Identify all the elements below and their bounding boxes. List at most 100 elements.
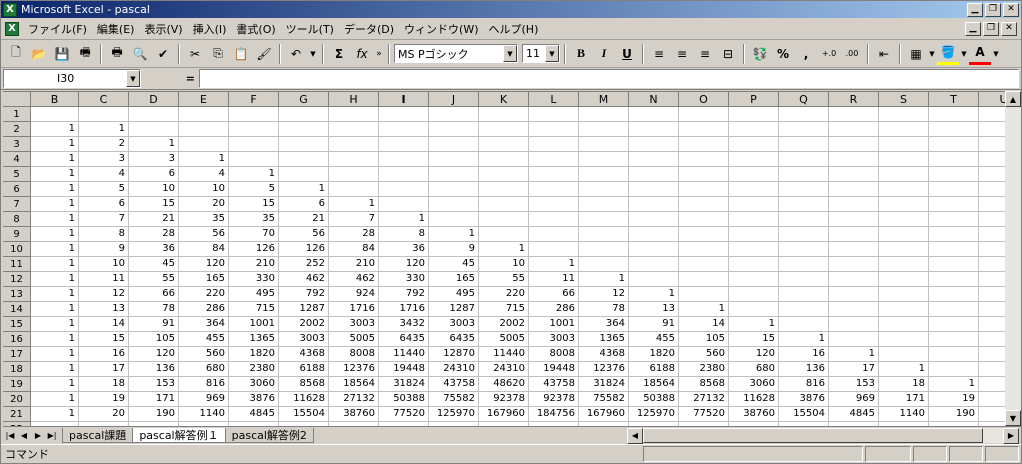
cell[interactable]: 924 [329, 287, 379, 302]
cell[interactable]: 1 [31, 242, 79, 257]
cell[interactable]: 21 [129, 212, 179, 227]
cell[interactable]: 10 [179, 182, 229, 197]
column-header[interactable]: D [129, 92, 179, 107]
cell[interactable]: 1 [31, 362, 79, 377]
cell[interactable] [779, 287, 829, 302]
cell[interactable]: 4368 [279, 347, 329, 362]
cell[interactable] [779, 107, 829, 122]
cell[interactable] [979, 152, 1005, 167]
format-painter-icon[interactable]: 🖌 [253, 43, 275, 65]
cell[interactable] [879, 167, 929, 182]
cell[interactable]: 19 [929, 392, 979, 407]
cell[interactable]: 11 [79, 272, 129, 287]
cell[interactable]: 1 [31, 302, 79, 317]
font-color-icon[interactable]: A [969, 43, 991, 65]
column-header[interactable]: F [229, 92, 279, 107]
cell[interactable]: 220 [179, 287, 229, 302]
cell[interactable] [979, 287, 1005, 302]
cell[interactable]: 56 [279, 227, 329, 242]
cell[interactable] [929, 317, 979, 332]
cell[interactable] [979, 392, 1005, 407]
menu-item[interactable]: ヘルプ(H) [484, 20, 544, 38]
scroll-down-icon[interactable]: ▼ [1005, 410, 1021, 426]
column-header[interactable]: B [31, 92, 79, 107]
cell[interactable]: 715 [229, 302, 279, 317]
cell[interactable]: 5005 [329, 332, 379, 347]
cell[interactable] [829, 242, 879, 257]
menu-item[interactable]: 書式(O) [231, 20, 280, 38]
cell[interactable]: 6 [129, 167, 179, 182]
cell[interactable]: 462 [329, 272, 379, 287]
cell[interactable]: 4368 [579, 347, 629, 362]
save-icon[interactable]: 💾 [51, 43, 73, 65]
formula-input[interactable] [199, 69, 1019, 88]
row-header[interactable]: 8 [3, 212, 31, 227]
cell[interactable] [529, 107, 579, 122]
cell[interactable] [979, 167, 1005, 182]
row-header[interactable]: 3 [3, 137, 31, 152]
cell[interactable] [679, 272, 729, 287]
cell[interactable]: 55 [129, 272, 179, 287]
prev-sheet-icon[interactable]: ◀ [17, 428, 31, 443]
cell[interactable]: 19448 [379, 362, 429, 377]
column-header[interactable]: I [379, 92, 429, 107]
permission-icon[interactable]: 🖷 [74, 43, 96, 65]
cell[interactable] [229, 122, 279, 137]
cell[interactable] [929, 362, 979, 377]
cell[interactable]: 252 [279, 257, 329, 272]
cell[interactable] [979, 212, 1005, 227]
cell[interactable]: 2 [79, 137, 129, 152]
close-button[interactable]: ✕ [1003, 2, 1019, 17]
cell[interactable]: 12376 [329, 362, 379, 377]
cell[interactable]: 16 [779, 347, 829, 362]
cell[interactable]: 92378 [479, 392, 529, 407]
cell[interactable] [779, 317, 829, 332]
cell[interactable]: 1 [31, 272, 79, 287]
cell[interactable] [829, 257, 879, 272]
cell[interactable] [929, 182, 979, 197]
paste-icon[interactable]: 📋 [230, 43, 252, 65]
cell[interactable] [729, 197, 779, 212]
row-header[interactable]: 16 [3, 332, 31, 347]
cell[interactable]: 3432 [379, 317, 429, 332]
cell[interactable] [479, 212, 529, 227]
menu-item[interactable]: ファイル(F) [23, 20, 92, 38]
cell[interactable] [529, 182, 579, 197]
cell[interactable] [779, 242, 829, 257]
column-header[interactable]: O [679, 92, 729, 107]
cell[interactable]: 9 [429, 242, 479, 257]
select-all-corner[interactable] [3, 92, 31, 107]
cell[interactable]: 171 [879, 392, 929, 407]
cell[interactable]: 13 [79, 302, 129, 317]
row-header[interactable]: 6 [3, 182, 31, 197]
cell[interactable] [979, 362, 1005, 377]
cell[interactable] [129, 122, 179, 137]
cell[interactable] [429, 137, 479, 152]
cell[interactable]: 4845 [229, 407, 279, 422]
row-header[interactable]: 2 [3, 122, 31, 137]
row-header[interactable]: 4 [3, 152, 31, 167]
sheet-tab[interactable]: pascal解答例2 [224, 427, 314, 443]
cell[interactable] [379, 197, 429, 212]
align-center-icon[interactable]: ≡ [671, 43, 693, 65]
cell[interactable]: 6188 [279, 362, 329, 377]
sheet-tab[interactable]: pascal解答例１ [132, 427, 226, 443]
cell[interactable] [779, 227, 829, 242]
row-header[interactable]: 21 [3, 407, 31, 422]
cell[interactable] [329, 122, 379, 137]
cell[interactable]: 715 [479, 302, 529, 317]
cell[interactable] [829, 137, 879, 152]
cell[interactable]: 1 [31, 122, 79, 137]
cell[interactable]: 1 [31, 167, 79, 182]
cell[interactable]: 126 [279, 242, 329, 257]
comma-button[interactable]: , [795, 43, 817, 65]
cell[interactable]: 560 [679, 347, 729, 362]
cell[interactable] [829, 107, 879, 122]
cell[interactable]: 165 [429, 272, 479, 287]
cell[interactable]: 8 [79, 227, 129, 242]
cell[interactable] [579, 212, 629, 227]
underline-button[interactable]: U [616, 43, 638, 65]
cell[interactable]: 18 [879, 377, 929, 392]
cell[interactable]: 35 [229, 212, 279, 227]
cell[interactable]: 6 [79, 197, 129, 212]
